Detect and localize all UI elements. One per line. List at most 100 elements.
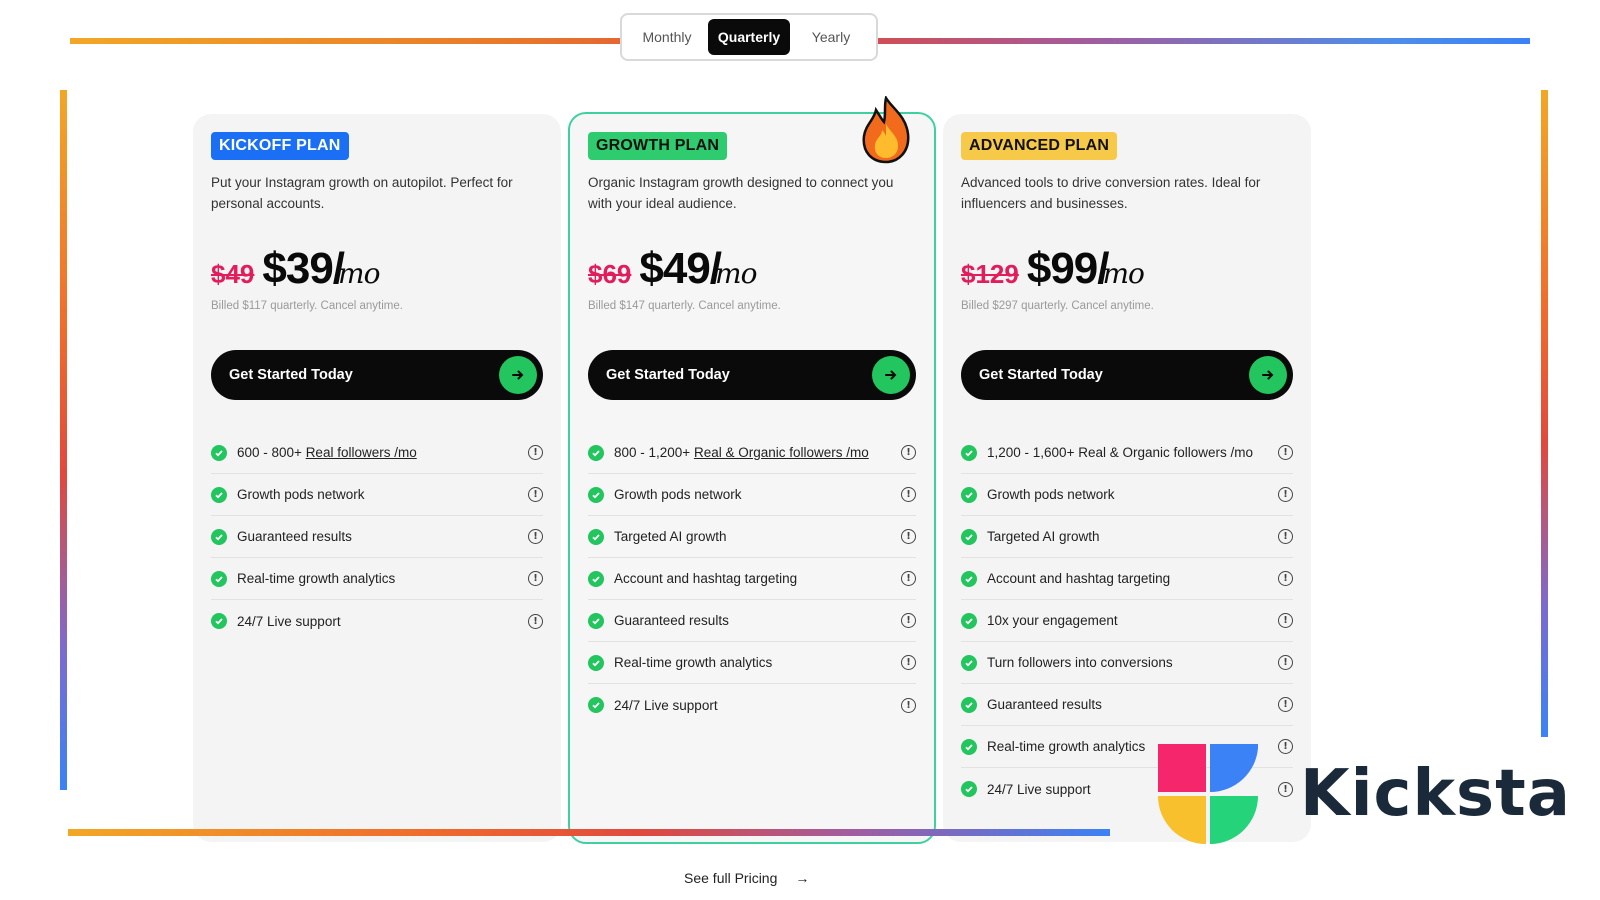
toggle-yearly[interactable]: Yearly: [790, 19, 872, 55]
check-circle-icon: [211, 528, 227, 545]
info-circle-icon[interactable]: !: [901, 445, 916, 460]
info-circle-icon[interactable]: !: [901, 613, 916, 628]
check-circle-icon: [961, 570, 977, 587]
billing-note: Billed $147 quarterly. Cancel anytime.: [588, 300, 781, 312]
billing-note: Billed $297 quarterly. Cancel anytime.: [961, 300, 1154, 312]
get-started-label: Get Started Today: [606, 367, 730, 383]
feature-item: Growth pods network !: [211, 474, 543, 516]
info-circle-icon[interactable]: !: [901, 571, 916, 586]
feature-item: 24/7 Live support !: [588, 684, 916, 726]
check-circle-icon: [211, 613, 227, 629]
feature-item: 1,200 - 1,600+ Real & Organic followers …: [961, 432, 1293, 474]
info-circle-icon[interactable]: !: [1278, 571, 1293, 586]
current-price: $49/mo: [639, 244, 757, 293]
arrow-right-icon: →: [795, 870, 810, 886]
feature-text: Guaranteed results: [987, 697, 1102, 712]
info-circle-icon[interactable]: !: [1278, 613, 1293, 628]
arrow-right-icon: [872, 356, 910, 394]
feature-item: Turn followers into conversions !: [961, 642, 1293, 684]
info-circle-icon[interactable]: !: [1278, 655, 1293, 670]
kicksta-wordmark: Kicksta: [1300, 757, 1571, 831]
feature-text: 24/7 Live support: [237, 613, 341, 629]
plan-badge: GROWTH PLAN: [588, 132, 728, 160]
info-circle-icon[interactable]: !: [1278, 697, 1293, 712]
check-circle-icon: [211, 486, 227, 503]
feature-text: Guaranteed results: [614, 613, 729, 628]
plan-badge: ADVANCED PLAN: [961, 132, 1118, 160]
info-circle-icon[interactable]: !: [901, 697, 916, 713]
info-circle-icon[interactable]: !: [1278, 445, 1293, 460]
feature-text: Targeted AI growth: [987, 529, 1100, 544]
feature-text: Growth pods network: [237, 487, 365, 502]
get-started-label: Get Started Today: [979, 367, 1103, 383]
info-circle-icon[interactable]: !: [528, 445, 543, 460]
kicksta-logo-mark: [1158, 744, 1258, 844]
feature-text: Real-time growth analytics: [237, 571, 396, 586]
feature-text: Turn followers into conversions: [987, 655, 1173, 670]
feature-text: Growth pods network: [987, 487, 1115, 502]
check-circle-icon: [961, 444, 977, 461]
feature-item: Account and hashtag targeting !: [588, 558, 916, 600]
plan-description: Organic Instagram growth designed to con…: [588, 175, 894, 211]
info-circle-icon[interactable]: !: [528, 613, 543, 629]
get-started-button[interactable]: Get Started Today: [588, 350, 916, 400]
gradient-line-right: [1541, 90, 1548, 737]
feature-link[interactable]: Real & Organic followers /mo: [694, 445, 869, 460]
price-row: $69 $49/mo: [588, 244, 916, 293]
current-price: $99/mo: [1026, 244, 1145, 293]
check-circle-icon: [961, 528, 977, 545]
see-full-pricing-label: See full Pricing: [684, 870, 778, 886]
check-circle-icon: [961, 654, 977, 671]
get-started-button[interactable]: Get Started Today: [961, 350, 1293, 400]
toggle-quarterly[interactable]: Quarterly: [708, 19, 790, 55]
feature-item: 10x your engagement !: [961, 600, 1293, 642]
see-full-pricing-link[interactable]: See full Pricing →: [684, 870, 809, 886]
check-circle-icon: [211, 444, 227, 461]
plan-card-growth: GROWTH PLAN Organic Instagram growth des…: [568, 112, 936, 844]
kicksta-logo: Kicksta: [1158, 744, 1578, 844]
info-circle-icon[interactable]: !: [901, 487, 916, 502]
feature-text: 1,200 - 1,600+ Real & Organic followers …: [987, 445, 1254, 460]
feature-text: Account and hashtag targeting: [987, 571, 1171, 586]
toggle-monthly[interactable]: Monthly: [626, 19, 708, 55]
billing-period-toggle: Monthly Quarterly Yearly: [620, 13, 878, 61]
info-circle-icon[interactable]: !: [1278, 529, 1293, 544]
arrow-right-icon: [1249, 356, 1287, 394]
check-circle-icon: [588, 570, 604, 587]
feature-text: 24/7 Live support: [614, 697, 718, 713]
price-row: $129 $99/mo: [961, 244, 1293, 293]
plan-badge: KICKOFF PLAN: [211, 132, 349, 160]
check-circle-icon: [588, 654, 604, 671]
feature-text: Real-time growth analytics: [614, 655, 773, 670]
feature-text: Account and hashtag targeting: [614, 571, 798, 586]
feature-text: Real-time growth analytics: [987, 739, 1146, 754]
feature-item: Real-time growth analytics !: [588, 642, 916, 684]
check-circle-icon: [588, 444, 604, 461]
info-circle-icon[interactable]: !: [528, 529, 543, 544]
price-row: $49 $39/mo: [211, 244, 543, 293]
info-circle-icon[interactable]: !: [1278, 487, 1293, 502]
feature-text: 10x your engagement: [987, 613, 1118, 628]
info-circle-icon[interactable]: !: [528, 571, 543, 586]
feature-item: Growth pods network !: [588, 474, 916, 516]
get-started-button[interactable]: Get Started Today: [211, 350, 543, 400]
check-circle-icon: [588, 486, 604, 503]
feature-link[interactable]: Real followers /mo: [306, 445, 417, 460]
feature-item: 24/7 Live support !: [211, 600, 543, 642]
feature-item: Guaranteed results !: [961, 684, 1293, 726]
feature-text: 800 - 1,200+ Real & Organic followers /m…: [614, 445, 869, 460]
feature-item: Growth pods network !: [961, 474, 1293, 516]
check-circle-icon: [588, 697, 604, 713]
check-circle-icon: [961, 738, 977, 755]
billing-note: Billed $117 quarterly. Cancel anytime.: [211, 300, 403, 312]
gradient-line-bottom: [68, 829, 1110, 836]
check-circle-icon: [588, 612, 604, 629]
price-period: mo: [1102, 257, 1144, 290]
info-circle-icon[interactable]: !: [901, 529, 916, 544]
info-circle-icon[interactable]: !: [901, 655, 916, 670]
plan-description: Advanced tools to drive conversion rates…: [961, 175, 1261, 211]
arrow-right-icon: [499, 356, 537, 394]
info-circle-icon[interactable]: !: [528, 487, 543, 502]
current-price: $39/mo: [262, 244, 380, 293]
check-circle-icon: [961, 696, 977, 713]
